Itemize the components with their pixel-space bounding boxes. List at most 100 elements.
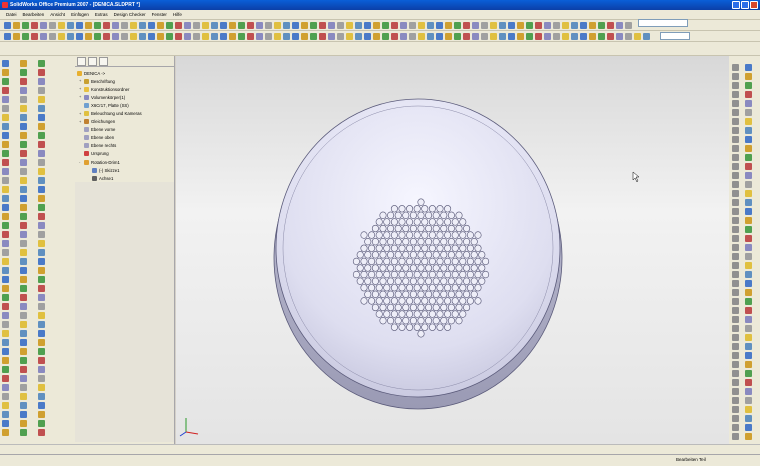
command-button-icon[interactable]: [20, 168, 27, 175]
sketch-tool-icon[interactable]: [732, 73, 739, 80]
sketch-tool-icon[interactable]: [732, 127, 739, 134]
hole[interactable]: [368, 244, 376, 252]
command-button-icon[interactable]: [20, 240, 27, 247]
command-button-icon[interactable]: [20, 249, 27, 256]
tree-item[interactable]: Ebene rechts: [77, 142, 174, 150]
command-button-icon[interactable]: [2, 258, 9, 265]
toolbar-button-icon[interactable]: [85, 33, 92, 40]
tree-item[interactable]: X6Cr17, Platte (SS): [77, 101, 174, 109]
command-button-icon[interactable]: [20, 267, 27, 274]
menu-item[interactable]: Bearbeiten: [23, 12, 45, 17]
command-button-icon[interactable]: [38, 87, 45, 94]
hole[interactable]: [444, 284, 452, 292]
hole[interactable]: [406, 244, 414, 252]
toolbar-button-icon[interactable]: [391, 22, 398, 29]
hole[interactable]: [371, 290, 379, 298]
hole[interactable]: [421, 284, 429, 292]
command-button-icon[interactable]: [20, 87, 27, 94]
toolbar-button-icon[interactable]: [58, 33, 65, 40]
hole[interactable]: [455, 316, 463, 325]
toolbar-button-icon[interactable]: [4, 33, 11, 40]
toolbar-button-icon[interactable]: [553, 33, 560, 40]
toolbar-button-icon[interactable]: [382, 33, 389, 40]
hole[interactable]: [375, 284, 383, 292]
hole[interactable]: [364, 251, 372, 259]
hole[interactable]: [425, 303, 433, 312]
toolbar-button-icon[interactable]: [472, 22, 479, 29]
command-button-icon[interactable]: [38, 411, 45, 418]
command-button-icon[interactable]: [2, 294, 9, 301]
hole[interactable]: [417, 316, 425, 325]
hole[interactable]: [463, 264, 471, 272]
command-button-icon[interactable]: [2, 123, 9, 130]
hole[interactable]: [466, 257, 474, 266]
hole[interactable]: [409, 290, 417, 298]
hole[interactable]: [444, 323, 452, 331]
toolbar-button-icon[interactable]: [13, 22, 20, 29]
toolbar-button-icon[interactable]: [571, 22, 578, 29]
expand-toggle[interactable]: [79, 152, 83, 156]
command-button-icon[interactable]: [20, 294, 27, 301]
hole[interactable]: [402, 224, 410, 233]
hole[interactable]: [417, 264, 425, 272]
hole[interactable]: [474, 231, 482, 239]
command-button-icon[interactable]: [20, 132, 27, 139]
sketch-tool-icon[interactable]: [732, 298, 739, 305]
toolbar-button-icon[interactable]: [373, 22, 380, 29]
hole[interactable]: [428, 244, 436, 252]
command-button-icon[interactable]: [20, 330, 27, 337]
sketch-tool-icon[interactable]: [732, 235, 739, 242]
sketch-tool-icon[interactable]: [745, 136, 752, 143]
command-button-icon[interactable]: [2, 159, 9, 166]
hole[interactable]: [413, 270, 421, 279]
hole[interactable]: [352, 270, 360, 279]
sketch-tool-icon[interactable]: [732, 271, 739, 278]
sketch-tool-icon[interactable]: [732, 172, 739, 179]
command-button-icon[interactable]: [20, 366, 27, 373]
command-button-icon[interactable]: [20, 411, 27, 418]
toolbar-button-icon[interactable]: [40, 22, 47, 29]
sketch-tool-icon[interactable]: [745, 406, 752, 413]
command-button-icon[interactable]: [20, 222, 27, 229]
toolbar-button-icon[interactable]: [625, 33, 632, 40]
command-button-icon[interactable]: [38, 294, 45, 301]
hole[interactable]: [402, 290, 410, 298]
hole[interactable]: [390, 323, 398, 331]
command-button-icon[interactable]: [38, 195, 45, 202]
hole[interactable]: [375, 297, 383, 305]
sketch-tool-icon[interactable]: [745, 73, 752, 80]
toolbar-button-icon[interactable]: [454, 33, 461, 40]
hole[interactable]: [402, 251, 410, 259]
command-button-icon[interactable]: [2, 420, 9, 427]
hole[interactable]: [394, 316, 402, 325]
hole[interactable]: [379, 224, 387, 233]
hole[interactable]: [417, 198, 425, 206]
hole[interactable]: [425, 211, 433, 220]
tree-item[interactable]: + Konstruktionsordner: [77, 85, 174, 93]
hole[interactable]: [387, 290, 395, 298]
hole[interactable]: [371, 277, 379, 285]
hole[interactable]: [383, 257, 391, 266]
hole[interactable]: [402, 316, 410, 325]
tree-root[interactable]: DENICA ->: [77, 69, 174, 77]
toolbar-button-icon[interactable]: [409, 33, 416, 40]
sketch-tool-icon[interactable]: [732, 406, 739, 413]
toolbar-button-icon[interactable]: [427, 33, 434, 40]
toolbar-button-icon[interactable]: [22, 22, 29, 29]
command-button-icon[interactable]: [38, 258, 45, 265]
toolbar-button-icon[interactable]: [166, 33, 173, 40]
hole[interactable]: [409, 238, 417, 246]
hole[interactable]: [375, 231, 383, 239]
hole[interactable]: [390, 310, 398, 318]
command-button-icon[interactable]: [20, 213, 27, 220]
toolbar-button-icon[interactable]: [373, 33, 380, 40]
toolbar-button-icon[interactable]: [112, 22, 119, 29]
hole[interactable]: [432, 303, 440, 312]
command-button-icon[interactable]: [20, 96, 27, 103]
hole[interactable]: [436, 205, 444, 213]
hole[interactable]: [409, 251, 417, 259]
command-button-icon[interactable]: [2, 285, 9, 292]
hole[interactable]: [470, 277, 478, 285]
hole[interactable]: [436, 231, 444, 239]
hole[interactable]: [436, 297, 444, 305]
